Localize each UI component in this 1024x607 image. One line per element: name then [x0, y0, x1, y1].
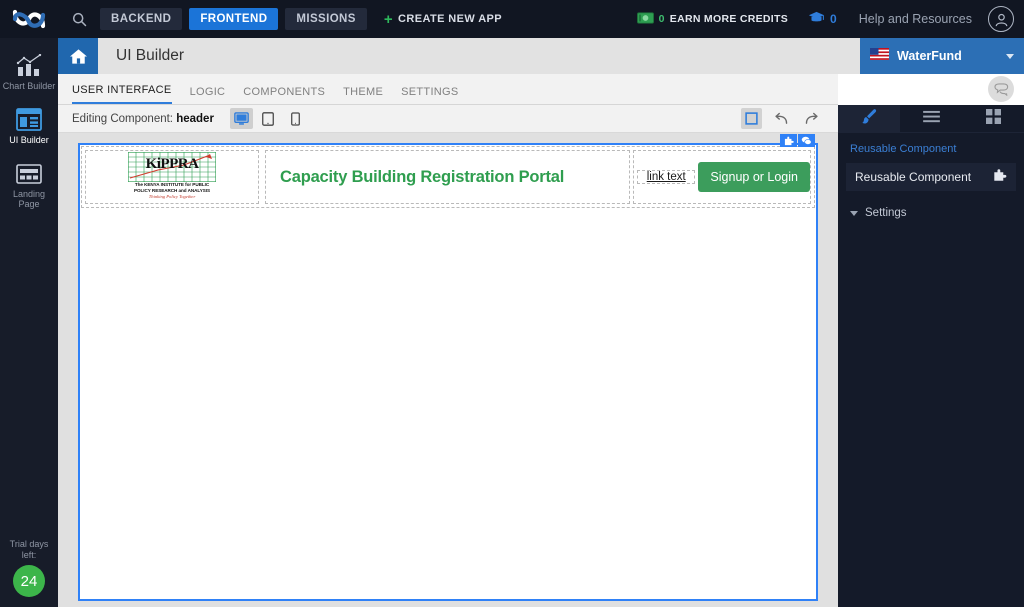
design-tab[interactable]	[838, 105, 900, 132]
editing-component-label: Editing Component: header	[72, 113, 214, 125]
create-new-app-label: CREATE NEW APP	[398, 13, 503, 25]
device-preview-group	[229, 108, 307, 129]
money-icon	[636, 11, 654, 27]
trial-days-count: 24	[13, 565, 45, 597]
nav-backend[interactable]: BACKEND	[100, 8, 183, 30]
sidebar-item-ui-builder[interactable]: UI Builder	[0, 98, 58, 152]
reusable-component-label: Reusable Component	[855, 170, 972, 184]
header-title-column[interactable]: Capacity Building Registration Portal	[265, 150, 630, 204]
tablet-view-button[interactable]	[257, 108, 280, 129]
header-logo-column[interactable]: KiPPRA The KENYA INSTITUTE for PUBLIC PO…	[85, 150, 259, 204]
canvas-area: KiPPRA The KENYA INSTITUTE for PUBLIC PO…	[58, 133, 838, 607]
landing-page-icon	[2, 161, 56, 187]
settings-section-label: Settings	[865, 207, 907, 219]
add-component-button[interactable]	[780, 134, 797, 147]
puzzle-piece-icon[interactable]	[993, 168, 1007, 187]
select-box-button[interactable]	[741, 108, 762, 129]
editing-prefix: Editing Component:	[72, 112, 174, 125]
trial-days-widget: Trial days left: 24	[0, 538, 58, 597]
redo-button[interactable]	[801, 108, 822, 129]
header-actions-column[interactable]: link text Signup or Login	[633, 150, 811, 204]
top-navigation-bar: BACKEND FRONTEND MISSIONS + CREATE NEW A…	[0, 0, 1024, 38]
app-logo[interactable]	[0, 0, 58, 38]
kippra-tagline: Thinking Policy Together	[148, 194, 196, 199]
tab-components[interactable]: COMPONENTS	[243, 86, 325, 104]
header-link-cell[interactable]: link text	[637, 170, 696, 184]
sidebar-item-landing-page[interactable]: Landing Page	[0, 152, 58, 216]
page-title: UI Builder	[116, 47, 185, 64]
tab-theme[interactable]: THEME	[343, 86, 383, 104]
right-panel-tabs	[838, 105, 1024, 133]
nav-frontend[interactable]: FRONTEND	[189, 8, 279, 30]
desktop-view-button[interactable]	[229, 108, 253, 129]
layers-tab[interactable]	[900, 105, 962, 132]
right-properties-panel: Reusable Component Reusable Component Se…	[838, 105, 1024, 607]
learning-button[interactable]: 0	[808, 11, 837, 27]
us-flag-icon	[870, 47, 889, 65]
right-panel-breadcrumb[interactable]: Reusable Component	[838, 133, 1024, 161]
credits-label: EARN MORE CREDITS	[669, 13, 789, 25]
chevron-down-icon	[850, 210, 858, 216]
selection-toolbar	[780, 134, 815, 147]
kippra-wordmark: KiPPRA	[145, 156, 199, 172]
organization-name: WaterFund	[897, 49, 962, 63]
tab-settings[interactable]: SETTINGS	[401, 86, 458, 104]
settings-section-toggle[interactable]: Settings	[838, 207, 1024, 219]
header-link-text[interactable]: link text	[647, 171, 686, 183]
signup-or-login-button[interactable]: Signup or Login	[698, 162, 810, 192]
tab-logic[interactable]: LOGIC	[190, 86, 226, 104]
reusable-component-item[interactable]: Reusable Component	[846, 163, 1016, 191]
sidebar-label-chart-builder: Chart Builder	[2, 81, 56, 91]
earn-credits-button[interactable]: 0 EARN MORE CREDITS	[636, 11, 789, 27]
ui-builder-icon	[2, 107, 56, 133]
chevron-down-icon	[1006, 53, 1014, 59]
kippra-subtitle: The KENYA INSTITUTE for PUBLIC POLICY RE…	[128, 182, 216, 194]
portal-title: Capacity Building Registration Portal	[280, 167, 565, 186]
graduation-cap-icon	[808, 11, 825, 27]
sidebar-label-ui-builder: UI Builder	[9, 134, 49, 145]
chat-bubble-icon[interactable]	[988, 76, 1014, 102]
sub-header: UI Builder WaterFund	[58, 38, 1024, 74]
header-component[interactable]: KiPPRA The KENYA INSTITUTE for PUBLIC PO…	[81, 134, 815, 208]
toolbar-actions	[741, 108, 838, 129]
user-avatar[interactable]	[988, 6, 1014, 32]
trial-label-line2: left:	[21, 549, 37, 560]
search-icon[interactable]	[58, 0, 100, 38]
sidebar-item-chart-builder[interactable]: Chart Builder	[0, 44, 58, 98]
learn-count: 0	[830, 12, 837, 26]
kippra-subtitle-line1: The KENYA INSTITUTE for PUBLIC	[134, 182, 210, 187]
credits-count: 0	[658, 13, 665, 25]
plus-icon: +	[383, 10, 394, 28]
grid-icon	[985, 108, 1001, 129]
ui-builder-app: BACKEND FRONTEND MISSIONS + CREATE NEW A…	[0, 0, 1024, 607]
mobile-view-button[interactable]	[284, 108, 307, 129]
comment-button[interactable]	[798, 134, 815, 147]
undo-button[interactable]	[771, 108, 792, 129]
widgets-tab[interactable]	[962, 105, 1024, 132]
bar-chart-icon	[2, 53, 56, 79]
header-button-cell[interactable]: Signup or Login	[698, 162, 810, 192]
left-sidebar: Chart Builder UI Builder Landing Page Tr…	[0, 38, 58, 607]
kippra-subtitle-line2: POLICY RESEARCH and ANALYSIS	[133, 188, 211, 194]
paintbrush-icon	[861, 108, 878, 130]
editing-component-name: header	[176, 112, 214, 125]
tab-user-interface[interactable]: USER INTERFACE	[72, 84, 172, 104]
create-new-app-button[interactable]: + CREATE NEW APP	[384, 12, 502, 27]
help-and-resources-link[interactable]: Help and Resources	[859, 12, 972, 26]
home-icon[interactable]	[58, 38, 98, 74]
editor-toolbar: Editing Component: header	[58, 105, 838, 133]
nav-missions[interactable]: MISSIONS	[285, 8, 367, 30]
hamburger-icon	[922, 110, 940, 128]
main-tabs: USER INTERFACE LOGIC COMPONENTS THEME SE…	[58, 74, 838, 105]
kippra-logo: KiPPRA The KENYA INSTITUTE for PUBLIC PO…	[128, 152, 216, 202]
top-bar-right-group: 0 EARN MORE CREDITS 0 Help and Resources	[636, 0, 1024, 38]
page-canvas[interactable]: KiPPRA The KENYA INSTITUTE for PUBLIC PO…	[78, 134, 818, 601]
trial-label-line1: Trial days	[9, 538, 49, 549]
organization-selector[interactable]: WaterFund	[860, 38, 1024, 74]
sidebar-label-landing-page: Landing Page	[12, 188, 46, 209]
